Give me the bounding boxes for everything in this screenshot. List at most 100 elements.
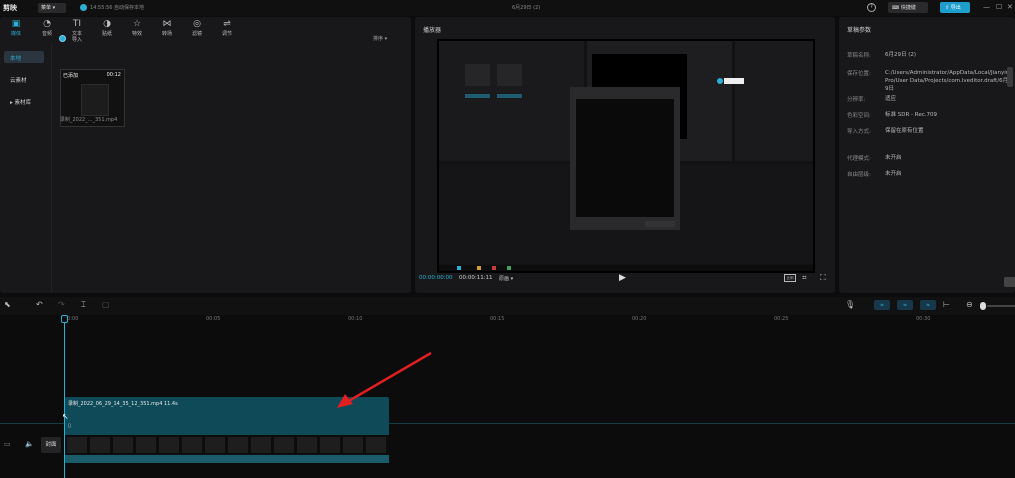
tick-label: 00:05	[206, 316, 221, 322]
menu-label: 菜单	[41, 5, 52, 11]
prop-label: 色彩空间:	[847, 113, 871, 119]
adjust-icon: ⇌	[223, 19, 231, 29]
tick-label: 00:20	[632, 316, 647, 322]
playhead-handle[interactable]	[61, 315, 68, 323]
prop-label: 导入方式:	[847, 129, 871, 135]
clip-audio-waveform	[65, 455, 389, 463]
tab-label: 特效	[131, 31, 142, 37]
prop-label: 保存位置:	[847, 71, 871, 77]
quality-select[interactable]: 原画 ▾	[499, 275, 513, 282]
timeline-toolbar: ⬉ ↶ ↷ ⌶ ▢ 🎙 ⇆ ⇆ ⇆ ⊢ ⊖	[0, 297, 1015, 315]
properties-title: 草稿参数	[847, 27, 872, 34]
linkage-toggle[interactable]: ⇆	[920, 300, 936, 310]
prop-label: 分辨率:	[847, 97, 866, 103]
shortcut-button[interactable]: ⌨ 快捷键	[888, 2, 928, 13]
zoom-slider-handle[interactable]	[980, 302, 986, 310]
clip-filmstrip	[65, 435, 389, 455]
tick-label: 00:25	[774, 316, 789, 322]
prop-value: 保留在原有位置	[885, 128, 924, 134]
sticker-icon: ◑	[103, 19, 111, 29]
prop-label: 代理模式:	[847, 156, 871, 162]
ratio-icon[interactable]: 比例	[784, 274, 796, 282]
redo-icon[interactable]: ↷	[58, 300, 65, 309]
filmstrip-frames	[65, 435, 389, 455]
menu-button[interactable]: 菜单 ▾	[38, 3, 66, 13]
clip-title: 录制_2022_06_29_14_35_12_351.mp4 11.4s	[68, 401, 178, 407]
effects-icon: ☆	[132, 19, 142, 29]
tab-media[interactable]: ▣ 媒体	[5, 19, 27, 37]
help-icon[interactable]: ?	[867, 3, 876, 12]
player-title: 播放器	[423, 27, 442, 34]
preview-content	[439, 41, 813, 271]
nav-local[interactable]: 本地	[4, 51, 44, 63]
mute-icon[interactable]: 🔈	[25, 440, 34, 448]
autosave-status: 14:55:56 自动保存本地	[90, 5, 145, 11]
auto-snap-toggle[interactable]: ⇆	[897, 300, 913, 310]
tab-label: 媒体	[10, 31, 21, 37]
fullscreen-icon[interactable]: ⛶	[820, 273, 826, 283]
app-logo: 剪映	[3, 4, 17, 12]
prop-value: C:/Users/Administrator/AppData/Local/Jia…	[885, 70, 1013, 92]
thumbnail-preview	[81, 84, 109, 116]
zoom-out-icon[interactable]: ⊖	[966, 300, 973, 309]
tab-adjust[interactable]: ⇌ 调节	[216, 19, 238, 37]
side-nav: 本地 云素材 ▸ 素材库	[0, 43, 52, 293]
import-button[interactable]: 导入	[72, 36, 82, 43]
filter-icon: ◎	[193, 19, 201, 29]
tab-filter[interactable]: ◎ 滤镜	[186, 19, 208, 37]
prop-value: 适应	[885, 96, 897, 102]
timeline-ruler[interactable]: 00:00 00:05 00:10 00:15 00:20 00:25 00:3…	[60, 315, 1015, 326]
tab-label: 转场	[161, 31, 172, 37]
split-icon[interactable]: ⌶	[81, 300, 86, 310]
duration-badge: 00:12	[106, 72, 121, 78]
close-icon[interactable]: ✕	[1007, 3, 1013, 11]
maximize-icon[interactable]: ☐	[996, 3, 1002, 11]
autosave-icon	[80, 4, 87, 11]
play-icon[interactable]: ▶	[619, 273, 626, 283]
media-icon: ▣	[11, 19, 21, 29]
tab-label: 滤镜	[191, 31, 202, 37]
delete-icon[interactable]: ▢	[102, 300, 110, 309]
undo-icon[interactable]: ↶	[36, 300, 43, 309]
playhead[interactable]	[64, 315, 65, 478]
prop-value: 未开启	[885, 171, 902, 177]
select-tool-icon[interactable]: ⬉	[4, 300, 11, 309]
microphone-icon[interactable]: 🎙	[845, 300, 855, 309]
player-panel: 播放器 00:00:00:00 00:00:11:11 原画 ▾ ▶ 比例 ⌗ …	[415, 17, 835, 293]
export-button[interactable]: ⇪ 导出	[940, 2, 970, 13]
tick-label: 00:10	[348, 316, 363, 322]
tick-label: 00:15	[490, 316, 505, 322]
minimize-icon[interactable]: —	[983, 3, 990, 11]
sort-button[interactable]: 排序 ▾	[373, 35, 387, 42]
shortcut-label: 快捷键	[900, 5, 916, 11]
prop-label: 自由层级:	[847, 172, 871, 178]
lock-icon[interactable]: ▭	[4, 440, 11, 448]
nav-cloud[interactable]: 云素材	[4, 73, 44, 85]
mouse-cursor-icon: ↖	[62, 412, 69, 421]
prop-value: 6月29日 (2)	[885, 52, 917, 58]
nav-library[interactable]: ▸ 素材库	[4, 95, 44, 107]
zoom-slider-track[interactable]	[987, 305, 1015, 307]
main-track-toggle[interactable]: ⇆	[874, 300, 890, 310]
tab-label: 音频	[41, 31, 52, 37]
preview-screen[interactable]	[437, 39, 815, 273]
import-icon[interactable]	[59, 35, 66, 42]
crop-icon[interactable]: ⌗	[802, 273, 807, 283]
tab-audio[interactable]: ◔ 音频	[36, 19, 58, 37]
annotation-arrow	[337, 351, 432, 408]
transition-icon: ⋈	[162, 19, 172, 29]
tab-transition[interactable]: ⋈ 转场	[156, 19, 178, 37]
prop-value: 标准 SDR - Rec.709	[885, 112, 938, 118]
tab-text[interactable]: TI 文本	[66, 19, 88, 37]
prop-label: 草稿名称:	[847, 53, 871, 59]
audio-icon: ◔	[43, 19, 51, 29]
modify-button[interactable]	[1004, 277, 1015, 287]
preview-axis-icon[interactable]: ⊢	[943, 300, 950, 309]
current-time: 00:00:00:00	[419, 275, 453, 281]
tab-effects[interactable]: ☆ 特效	[126, 19, 148, 37]
title-bar: 剪映 菜单 ▾ 14:55:56 自动保存本地 6月29日 (2) ? ⌨ 快捷…	[0, 0, 1015, 16]
tab-sticker[interactable]: ◑ 贴纸	[96, 19, 118, 37]
cover-button[interactable]: 封面	[41, 437, 61, 453]
text-icon: TI	[72, 19, 82, 29]
scrollbar[interactable]	[1007, 67, 1013, 87]
